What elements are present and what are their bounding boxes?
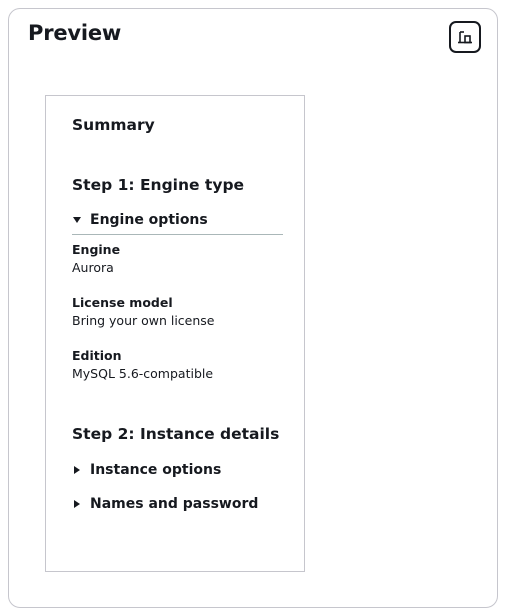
preview-toggle-icon: [457, 30, 473, 44]
section-divider: [72, 234, 283, 235]
step-2-heading: Step 2: Instance details: [72, 425, 280, 443]
engine-options-label: Engine options: [90, 212, 208, 228]
caret-down-icon: [72, 215, 82, 225]
edition-value: MySQL 5.6-compatible: [72, 366, 214, 381]
caret-right-icon: [72, 465, 82, 475]
summary-card: Summary Step 1: Engine type Engine optio…: [45, 95, 305, 572]
panel-title: Preview: [28, 21, 122, 45]
engine-options-expander[interactable]: Engine options: [72, 212, 208, 228]
summary-title: Summary: [72, 116, 155, 134]
preview-toggle-button[interactable]: [449, 21, 481, 53]
names-and-password-expander[interactable]: Names and password: [72, 496, 258, 512]
caret-right-icon: [72, 499, 82, 509]
instance-options-label: Instance options: [90, 462, 222, 478]
preview-panel: Preview Summary Step 1: Engine type Engi…: [8, 8, 498, 608]
names-and-password-label: Names and password: [90, 496, 259, 512]
edition-key: Edition: [72, 348, 122, 363]
instance-options-expander[interactable]: Instance options: [72, 462, 221, 478]
engine-value: Aurora: [72, 260, 114, 275]
license-model-value: Bring your own license: [72, 313, 215, 328]
engine-key: Engine: [72, 242, 121, 257]
license-model-key: License model: [72, 295, 173, 310]
step-1-heading: Step 1: Engine type: [72, 176, 245, 194]
